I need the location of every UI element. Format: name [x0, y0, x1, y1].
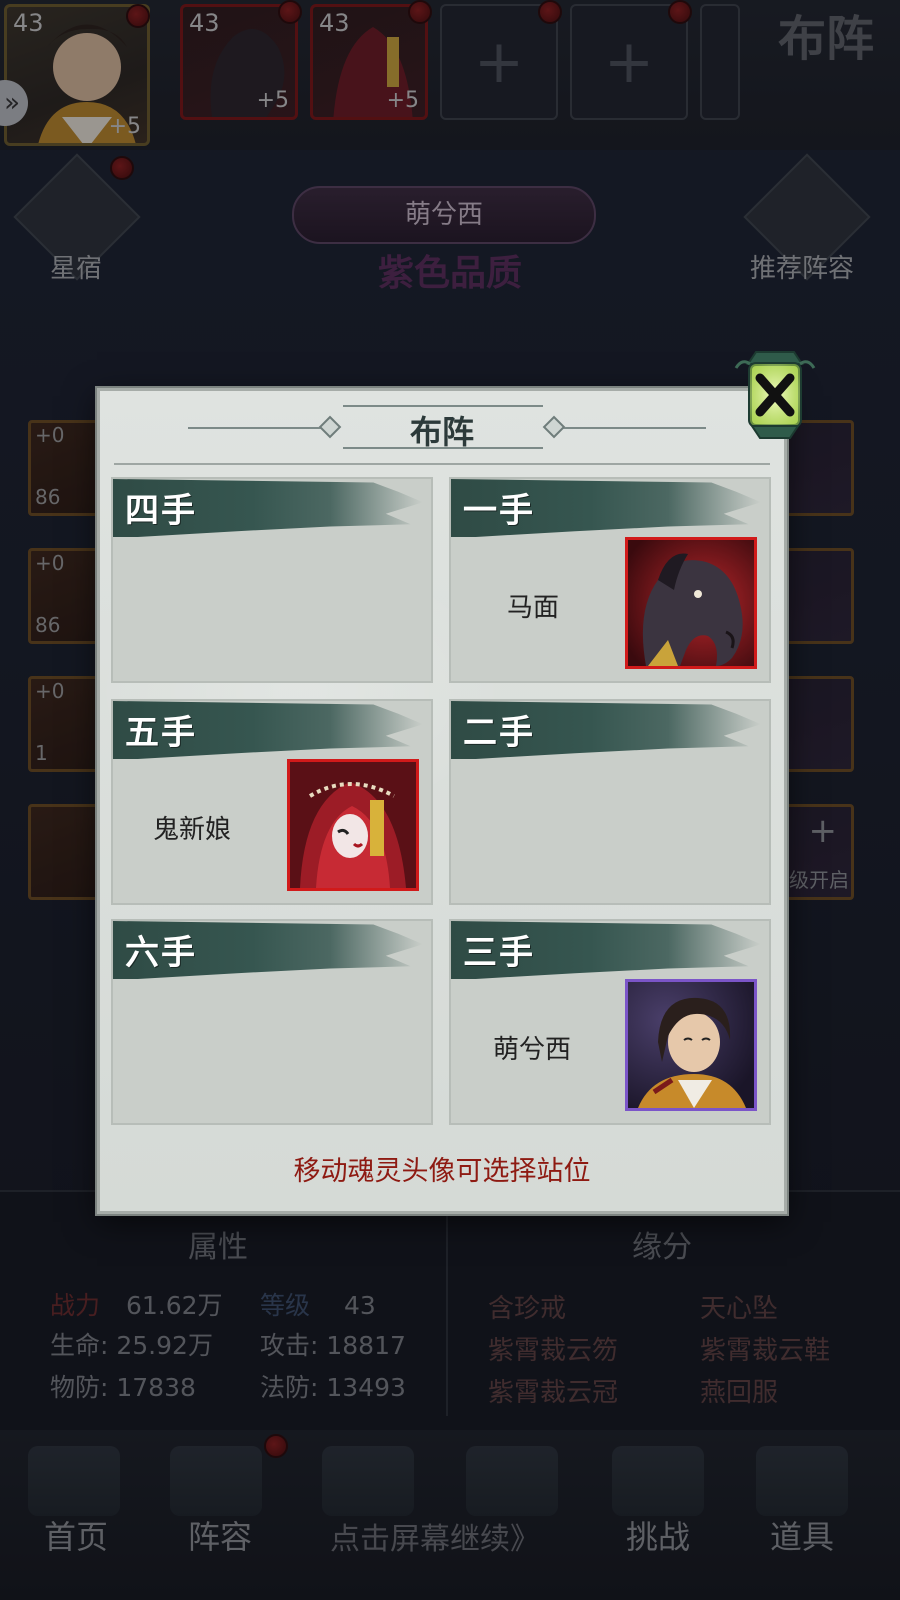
- hero-name: 马面: [507, 593, 560, 623]
- position-label: 四手: [125, 491, 197, 531]
- position-label: 五手: [125, 713, 197, 753]
- position-label: 一手: [463, 491, 535, 531]
- position-label: 三手: [463, 933, 535, 973]
- position-slot-5[interactable]: 五手 鬼新娘: [111, 699, 433, 905]
- placement-hint: 移动魂灵头像可选择站位: [293, 1156, 591, 1187]
- hero-portrait-mamian[interactable]: [625, 537, 757, 669]
- header-divider: [114, 463, 770, 465]
- hero-name: 萌兮西: [493, 1035, 572, 1065]
- position-label: 二手: [463, 713, 535, 753]
- horse-face-portrait-icon: [628, 540, 754, 666]
- ghost-bride-portrait-icon: [290, 762, 416, 888]
- position-slot-4[interactable]: 四手: [111, 477, 433, 683]
- position-label: 六手: [125, 933, 197, 973]
- position-slot-2[interactable]: 二手: [449, 699, 771, 905]
- dialog-header: 布阵: [100, 405, 784, 451]
- position-slot-3[interactable]: 三手 萌兮西: [449, 919, 771, 1125]
- close-lantern-button[interactable]: [732, 342, 818, 450]
- hero-portrait-mengxixi[interactable]: [625, 979, 757, 1111]
- formation-dialog: 布阵 四手 一手 马面 五手 鬼新娘 二手 六手 三手 萌兮西 移动魂灵头像可选…: [97, 388, 787, 1214]
- position-slot-1[interactable]: 一手 马面: [449, 477, 771, 683]
- dialog-title: 布阵: [409, 413, 474, 451]
- position-slot-6[interactable]: 六手: [111, 919, 433, 1125]
- hero-portrait-guixinniang[interactable]: [287, 759, 419, 891]
- young-hero-portrait-icon: [628, 982, 754, 1108]
- close-icon: [734, 351, 816, 439]
- hero-name: 鬼新娘: [153, 815, 232, 845]
